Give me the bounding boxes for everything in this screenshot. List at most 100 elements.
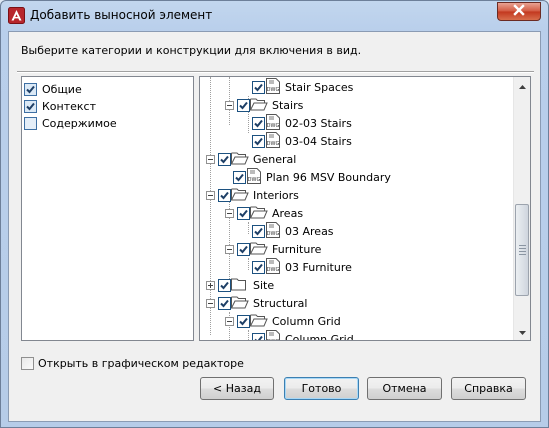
- node-checkbox[interactable]: [218, 188, 231, 202]
- tree-node[interactable]: DWG 03 Furniture: [252, 257, 352, 276]
- category-label: Содержимое: [42, 117, 117, 130]
- category-item-content[interactable]: Содержимое: [24, 115, 117, 132]
- node-label: Stairs: [272, 98, 304, 112]
- node-checkbox[interactable]: [237, 314, 250, 328]
- autocad-logo-icon: [8, 7, 25, 24]
- tree-node[interactable]: DWG 02-03 Stairs: [252, 113, 352, 133]
- node-label: Interiors: [253, 188, 299, 202]
- svg-text:DWG: DWG: [267, 141, 280, 147]
- node-label: Plan 96 MSV Boundary: [266, 170, 391, 184]
- tree-connector: [248, 222, 249, 234]
- node-label: 02-03 Stairs: [285, 116, 352, 130]
- category-label: Контекст: [42, 100, 97, 113]
- node-label: 03 Areas: [285, 224, 334, 238]
- grip-line: [519, 251, 526, 252]
- tree-node[interactable]: DWG Column Grid: [252, 329, 354, 341]
- open-in-editor-option[interactable]: Открыть в графическом редакторе: [21, 357, 244, 370]
- dwg-file-icon: DWG: [265, 113, 281, 133]
- tree-node[interactable]: DWG Plan 96 MSV Boundary: [233, 167, 391, 186]
- node-checkbox[interactable]: [252, 116, 265, 130]
- grip-line: [519, 248, 526, 249]
- collapse-icon[interactable]: [206, 154, 215, 164]
- node-checkbox[interactable]: [218, 296, 231, 310]
- open-in-editor-checkbox[interactable]: [21, 357, 34, 370]
- help-button[interactable]: Справка: [451, 377, 526, 400]
- collapse-icon[interactable]: [225, 244, 234, 254]
- node-label: Structural: [253, 296, 308, 310]
- done-button[interactable]: Готово: [284, 377, 359, 400]
- close-icon: [512, 4, 526, 19]
- svg-text:DWG: DWG: [267, 87, 280, 93]
- category-list[interactable]: Общие Контекст Содержимое: [21, 76, 194, 341]
- node-label: 03 Furniture: [285, 260, 352, 274]
- tree-scrollbar[interactable]: [513, 77, 530, 340]
- node-checkbox[interactable]: [252, 260, 265, 274]
- tree-node[interactable]: Furniture: [225, 240, 321, 258]
- category-checkbox[interactable]: [24, 100, 37, 113]
- folder-open-icon: [250, 97, 268, 114]
- tree-node[interactable]: Stairs: [225, 96, 303, 114]
- node-checkbox[interactable]: [252, 80, 265, 94]
- node-checkbox[interactable]: [252, 134, 265, 148]
- arrow-down-icon: [518, 325, 526, 338]
- node-checkbox[interactable]: [252, 224, 265, 238]
- node-checkbox[interactable]: [218, 152, 231, 166]
- tree-node[interactable]: Column Grid: [225, 312, 341, 330]
- dwg-file-icon: DWG: [265, 329, 281, 340]
- collapse-icon[interactable]: [225, 208, 234, 218]
- grip-line: [519, 245, 526, 246]
- tree-node[interactable]: DWG Stair Spaces: [252, 77, 353, 97]
- svg-text:DWG: DWG: [267, 231, 280, 237]
- tree-node[interactable]: DWG 03-04 Stairs: [252, 131, 352, 150]
- node-checkbox[interactable]: [237, 242, 250, 256]
- node-checkbox[interactable]: [233, 170, 246, 184]
- constructs-tree[interactable]: DWG Stair Spaces Stairs DWG 02-03 Stairs…: [199, 76, 531, 341]
- node-label: Areas: [272, 206, 304, 220]
- scrollbar-thumb[interactable]: [515, 204, 529, 296]
- separator: [17, 71, 534, 73]
- tree-node[interactable]: General: [206, 150, 296, 168]
- folder-open-icon: [250, 241, 268, 258]
- expand-icon[interactable]: [206, 280, 215, 290]
- dialog-client-area: Выберите категории и конструкции для вкл…: [8, 31, 541, 422]
- svg-text:DWG: DWG: [248, 177, 261, 183]
- node-checkbox[interactable]: [252, 332, 265, 340]
- window-title: Добавить выносной элемент: [30, 8, 213, 22]
- node-label: Furniture: [272, 242, 322, 256]
- dialog-window: Добавить выносной элемент Выберите катег…: [0, 0, 549, 428]
- back-button[interactable]: < Назад: [200, 377, 274, 400]
- node-checkbox[interactable]: [237, 206, 250, 220]
- category-item-general[interactable]: Общие: [24, 81, 82, 98]
- category-checkbox[interactable]: [24, 83, 37, 96]
- node-checkbox[interactable]: [237, 98, 250, 112]
- tree-node[interactable]: Interiors: [206, 186, 299, 204]
- category-label: Общие: [42, 83, 82, 96]
- node-label: General: [253, 152, 297, 166]
- tree-node[interactable]: DWG 03 Areas: [252, 221, 334, 240]
- tree-connector: [248, 258, 249, 270]
- category-checkbox[interactable]: [24, 117, 37, 130]
- scroll-down-button[interactable]: [514, 323, 530, 340]
- collapse-icon[interactable]: [206, 190, 215, 200]
- tree-node[interactable]: Areas: [225, 204, 303, 222]
- node-checkbox[interactable]: [218, 278, 231, 292]
- folder-open-icon: [231, 187, 249, 204]
- folder-icon: [231, 277, 249, 294]
- svg-text:DWG: DWG: [267, 267, 280, 273]
- close-button[interactable]: [497, 2, 541, 21]
- collapse-icon[interactable]: [206, 298, 215, 308]
- tree-node[interactable]: Site: [206, 276, 274, 294]
- open-in-editor-label: Открыть в графическом редакторе: [38, 357, 244, 370]
- tree-node[interactable]: Structural: [206, 294, 307, 312]
- collapse-icon[interactable]: [225, 316, 234, 326]
- dwg-file-icon: DWG: [265, 77, 281, 97]
- tree-connector: [248, 330, 249, 340]
- node-label: Column Grid: [285, 332, 354, 341]
- grip-line: [519, 254, 526, 255]
- collapse-icon[interactable]: [225, 100, 234, 110]
- node-label: 03-04 Stairs: [285, 134, 352, 148]
- category-item-context[interactable]: Контекст: [24, 98, 96, 115]
- title-bar[interactable]: Добавить выносной элемент: [1, 1, 548, 31]
- scroll-up-button[interactable]: [514, 77, 530, 94]
- cancel-button[interactable]: Отмена: [367, 377, 442, 400]
